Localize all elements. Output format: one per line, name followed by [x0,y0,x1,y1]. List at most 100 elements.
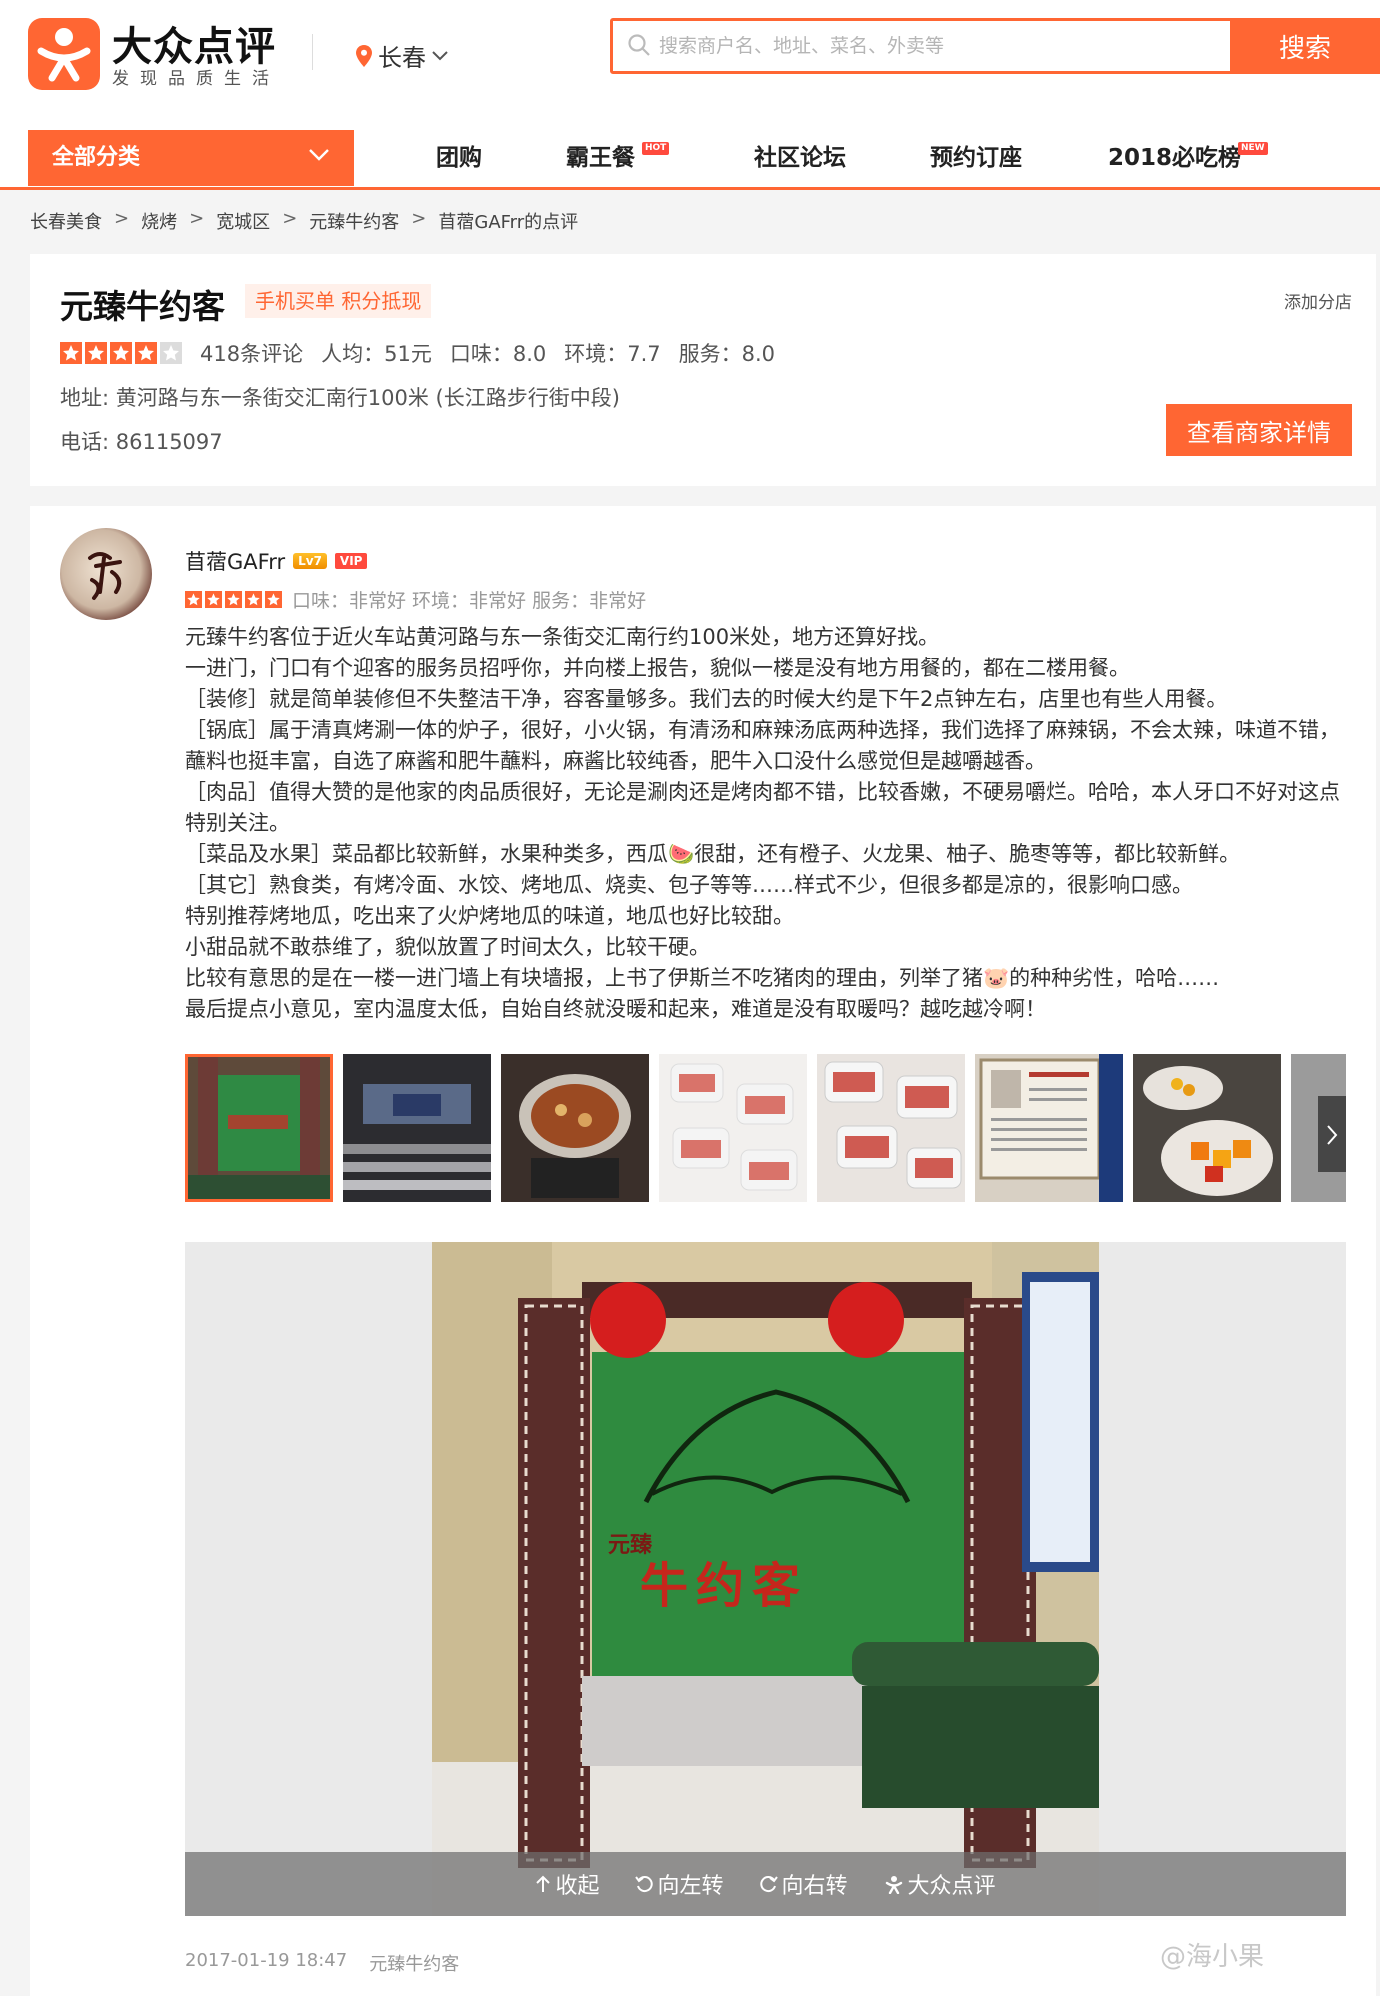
chevron-right-icon [1327,1125,1338,1145]
chevron-down-icon [309,149,329,161]
photo-brand-mark: 大众点评 [884,1868,996,1900]
photo-thumbnail[interactable] [501,1054,649,1202]
review-rating: 口味：非常好 环境：非常好 服务：非常好 [185,586,646,613]
rotate-right-icon [759,1876,778,1893]
vip-badge: VIP [334,553,368,569]
review-count[interactable]: 418条评论 [200,338,303,368]
reviewer-info: 苜蓿GAFrr Lv7 VIP [185,546,368,576]
photo-thumbnail[interactable] [1133,1054,1281,1202]
city-name: 长春 [378,44,426,72]
review-card: 苜蓿GAFrr Lv7 VIP 口味：非常好 环境：非常好 服务：非常好 元臻牛… [30,506,1376,1996]
review-paragraph: ［装修］就是简单装修但不失整洁干净，容客量够多。我们去的时候大约是下午2点钟左右… [185,687,1228,711]
photo-viewer: 元臻 牛约客 收起 向左转 向右转 大众点评 [185,1242,1346,1916]
photo-brand-label: 大众点评 [907,1874,996,1899]
breadcrumb-link[interactable]: 长春美食 [30,208,102,234]
review-text: 元臻牛约客位于近火车站黄河路与东一条街交汇南行约100米处，地方还算好找。 一进… [185,622,1345,1025]
nav-item-label: 社区论坛 [754,145,846,171]
photo-control-bar: 收起 向左转 向右转 大众点评 [185,1852,1346,1916]
rotate-left-button[interactable]: 向左转 [635,1868,724,1900]
all-categories-label: 全部分类 [52,145,141,170]
photo-thumbnail[interactable] [343,1054,491,1202]
nav-item-label: 预约订座 [930,145,1022,171]
rotate-left-label: 向左转 [657,1874,724,1899]
photo-thumbnail[interactable] [817,1054,965,1202]
arrow-up-icon [536,1875,551,1892]
rotate-right-button[interactable]: 向右转 [759,1868,848,1900]
star-filled-icon [225,591,242,608]
star-filled-icon [110,342,132,364]
photo-thumbnail[interactable] [975,1054,1123,1202]
shop-star-rating [60,342,182,364]
review-meta: 2017-01-19 18:47 元臻牛约客 [185,1950,459,1976]
review-scores: 口味：非常好 环境：非常好 服务：非常好 [292,590,647,612]
review-paragraph: 一进门，门口有个迎客的服务员招呼你，并向楼上报告，貌似一楼是没有地方用餐的，都在… [185,656,1130,680]
star-filled-icon [265,591,282,608]
shop-name[interactable]: 元臻牛约客 [60,280,225,328]
dianping-logo-icon[interactable] [28,18,100,90]
collapse-label: 收起 [555,1874,600,1899]
photo-sign-text: 牛约客 [640,1558,808,1614]
add-branch-link[interactable]: 添加分店 [1284,288,1352,313]
shop-stats: 418条评论 人均：51元 口味：8.0 环境：7.7 服务：8.0 [60,338,775,368]
breadcrumb-link[interactable]: 元臻牛约客 [309,208,399,234]
breadcrumb-separator: > [282,208,298,229]
photo-thumbnail[interactable] [185,1054,333,1202]
review-paragraph: ［菜品及水果］菜品都比较新鲜，水果种类多，西瓜🍉很甜，还有橙子、火龙果、柚子、脆… [185,842,1241,866]
photo-sign-small-text: 元臻 [608,1533,653,1558]
new-tag: NEW [1238,142,1268,155]
review-star-rating [185,591,282,608]
logo-divider [312,34,313,70]
search-box: 搜索 [610,18,1380,74]
nav-item-free-meal[interactable]: 霸王餐 HOT [566,130,670,186]
user-level-badge: Lv7 [293,553,327,569]
star-filled-icon [60,342,82,364]
shop-phone: 电话: 86115097 [60,430,223,454]
search-button[interactable]: 搜索 [1230,18,1380,74]
nav-item-reservation[interactable]: 预约订座 [930,130,1022,186]
site-header: 大众点评 发现品质生活 长春 搜索 全部分类 团购 霸王餐 [0,0,1380,190]
review-paragraph: 最后提点小意见，室内温度太低，自始自终就没暖和起来，难道是没有取暖吗？越吃越冷啊… [185,997,1046,1021]
avg-price: 人均：51元 [321,342,432,366]
review-paragraph: 元臻牛约客位于近火车站黄河路与东一条街交汇南行约100米处，地方还算好找。 [185,625,940,649]
dianping-logo-icon [885,1876,902,1894]
breadcrumb-current: 苜蓿GAFrr的点评 [438,212,579,233]
review-paragraph: ［其它］熟食类，有烤冷面、水饺、烤地瓜、烧卖、包子等等……样式不少，但很多都是凉… [185,873,1193,897]
thumbnail-next-button[interactable] [1318,1096,1346,1172]
review-shop-link[interactable]: 元臻牛约客 [369,1950,459,1976]
nav-item-label: 2018必吃榜 [1108,145,1242,171]
nav-item-label: 团购 [436,145,482,171]
shop-promo-badge: 手机买单 积分抵现 [245,284,432,318]
nav-item-label: 霸王餐 [566,145,635,171]
star-filled-icon [135,342,157,364]
nav-item-group-buy[interactable]: 团购 [436,130,482,186]
breadcrumb-link[interactable]: 宽城区 [216,208,270,234]
breadcrumb-separator: > [114,208,130,229]
review-paragraph: 特别推荐烤地瓜，吃出来了火炉烤地瓜的味道，地瓜也好比较甜。 [185,904,794,928]
all-categories-dropdown[interactable]: 全部分类 [28,130,354,186]
breadcrumb-link[interactable]: 烧烤 [141,208,177,234]
rotate-right-label: 向右转 [781,1874,848,1899]
search-input[interactable] [659,21,1219,71]
star-empty-icon [160,342,182,364]
rotate-left-icon [635,1876,654,1893]
review-paragraph: 比较有意思的是在一楼一进门墙上有块墙报，上书了伊斯兰不吃猪肉的理由，列举了猪🐷的… [185,966,1220,990]
user-avatar[interactable] [60,528,152,620]
review-photo[interactable]: 元臻 牛约客 [432,1242,1099,1916]
breadcrumb-separator: > [411,208,427,229]
breadcrumb: 长春美食 > 烧烤 > 宽城区 > 元臻牛约客 > 苜蓿GAFrr的点评 [30,208,578,234]
city-selector[interactable]: 长春 [356,38,448,73]
review-paragraph: ［肉品］值得大赞的是他家的肉品质很好，无论是涮肉还是烤肉都不错，比较香嫩，不硬易… [185,780,1340,835]
taste-score: 口味：8.0 [449,342,547,366]
shop-info-card: 元臻牛约客 手机买单 积分抵现 添加分店 418条评论 人均：51元 口味：8.… [30,254,1376,486]
nav-item-must-eat-list[interactable]: 2018必吃榜 NEW [1108,130,1268,186]
reviewer-name[interactable]: 苜蓿GAFrr [185,546,285,576]
nav-item-forum[interactable]: 社区论坛 [754,130,846,186]
shop-address: 地址: 黄河路与东一条街交汇南行100米 (长江路步行街中段) [60,386,620,410]
photo-thumbnail[interactable] [659,1054,807,1202]
brand-slogan: 发现品质生活 [112,69,280,89]
collapse-photo-button[interactable]: 收起 [535,1868,599,1900]
search-icon [628,34,650,56]
chevron-down-icon [432,50,448,60]
star-filled-icon [185,591,202,608]
view-shop-details-button[interactable]: 查看商家详情 [1166,404,1352,456]
